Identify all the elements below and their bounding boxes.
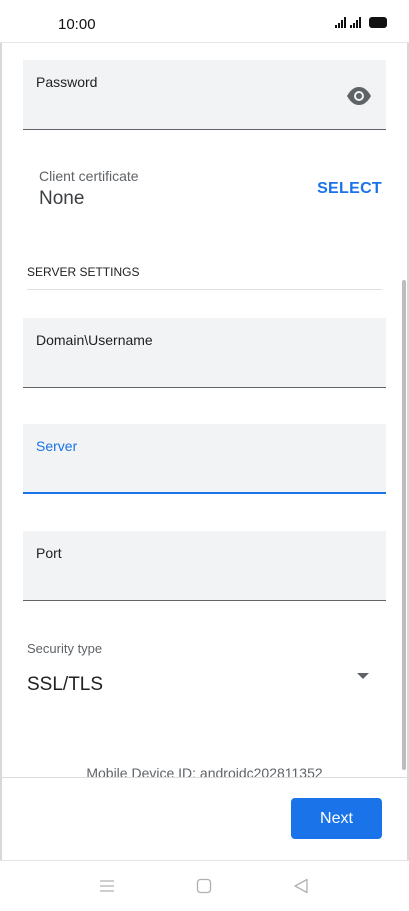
port-field[interactable]: Port: [23, 531, 386, 601]
client-certificate-label: Client certificate: [39, 168, 139, 184]
navigation-bar: [0, 860, 409, 911]
select-certificate-button[interactable]: SELECT: [317, 180, 382, 198]
domain-username-field[interactable]: Domain\Username: [23, 318, 386, 388]
signal-icon: [335, 16, 346, 28]
section-divider: [27, 289, 382, 290]
password-field[interactable]: Password: [23, 60, 386, 130]
server-label: Server: [36, 438, 78, 454]
client-certificate-value: None: [39, 188, 85, 209]
home-icon[interactable]: [193, 875, 215, 897]
security-type-select[interactable]: SSL/TLS: [27, 674, 103, 696]
password-label: Password: [36, 74, 98, 90]
next-button[interactable]: Next: [291, 798, 382, 839]
status-icons: [335, 16, 387, 28]
domain-username-label: Domain\Username: [36, 332, 153, 348]
mobile-device-id: Mobile Device ID: androidc202811352: [86, 765, 323, 781]
server-settings-header: SERVER SETTINGS: [27, 265, 140, 279]
battery-icon: [369, 17, 387, 28]
server-field[interactable]: Server: [23, 424, 386, 494]
port-label: Port: [36, 545, 62, 561]
eye-icon[interactable]: [346, 86, 372, 106]
dropdown-arrow-icon[interactable]: [357, 673, 369, 679]
signal-icon: [350, 16, 361, 28]
status-time: 10:00: [58, 16, 96, 33]
security-type-label: Security type: [27, 641, 103, 656]
menu-icon[interactable]: [96, 875, 118, 897]
back-icon[interactable]: [290, 875, 312, 897]
scrollbar[interactable]: [402, 280, 406, 770]
footer-divider: [0, 777, 409, 778]
status-bar: 10:00: [0, 0, 409, 43]
